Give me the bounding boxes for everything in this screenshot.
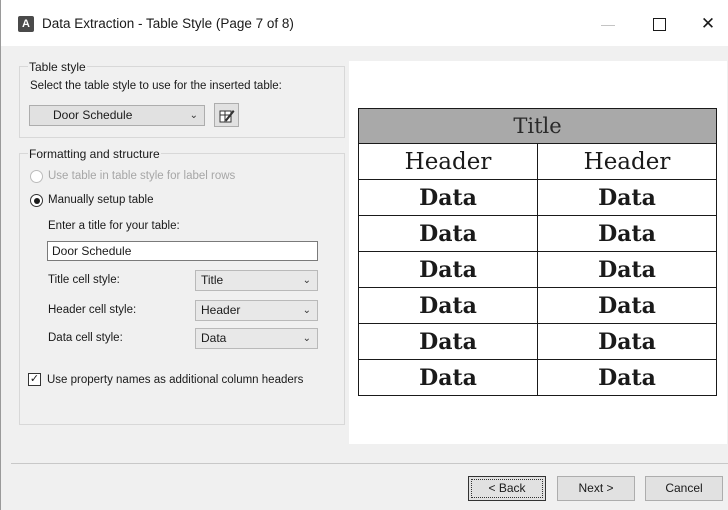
chevron-down-icon: ⌄ xyxy=(302,333,311,344)
manual-setup-label: Manually setup table xyxy=(48,194,154,206)
preview-header-cell: Header xyxy=(358,143,538,180)
preview-data-cell: Data xyxy=(537,323,717,360)
minimize-button[interactable]: — xyxy=(585,8,631,40)
table-style-group xyxy=(19,66,345,138)
title-cell-style-label: Title cell style: xyxy=(48,274,120,286)
title-bar: A Data Extraction - Table Style (Page 7 … xyxy=(1,0,728,46)
manual-setup-radio[interactable] xyxy=(30,194,43,207)
use-table-radio[interactable] xyxy=(30,170,43,183)
cancel-button[interactable]: Cancel xyxy=(645,476,723,501)
preview-data-cell: Data xyxy=(358,323,538,360)
data-extraction-dialog: A Data Extraction - Table Style (Page 7 … xyxy=(0,0,728,510)
table-title-input[interactable]: Door Schedule xyxy=(47,241,318,261)
preview-data-cell: Data xyxy=(358,179,538,216)
preview-title-cell: Title xyxy=(358,108,717,144)
preview-data-cell: Data xyxy=(358,251,538,288)
chevron-down-icon: ⌄ xyxy=(302,305,311,316)
back-button[interactable]: < Back xyxy=(468,476,546,501)
preview-data-cell: Data xyxy=(537,179,717,216)
table-style-prompt: Select the table style to use for the in… xyxy=(30,80,282,92)
next-button[interactable]: Next > xyxy=(557,476,635,501)
preview-data-cell: Data xyxy=(537,251,717,288)
header-cell-style-value: Header xyxy=(201,303,241,317)
property-names-checkbox[interactable]: ✓ xyxy=(28,373,41,386)
header-cell-style-dropdown[interactable]: Header ⌄ xyxy=(195,300,318,321)
data-cell-style-value: Data xyxy=(201,331,227,345)
table-style-edit-icon xyxy=(219,109,234,123)
close-button[interactable]: ✕ xyxy=(685,8,728,40)
table-style-dropdown-value: Door Schedule xyxy=(53,108,133,122)
header-cell-style-label: Header cell style: xyxy=(48,304,137,316)
property-names-label: Use property names as additional column … xyxy=(47,374,304,386)
preview-data-cell: Data xyxy=(537,359,717,396)
maximize-icon xyxy=(652,18,666,32)
table-style-dropdown[interactable]: Door Schedule ⌄ xyxy=(29,105,205,126)
preview-data-cell: Data xyxy=(358,287,538,324)
maximize-button[interactable] xyxy=(636,8,682,40)
edit-table-style-button[interactable] xyxy=(214,103,239,127)
preview-data-cell: Data xyxy=(358,359,538,396)
chevron-down-icon: ⌄ xyxy=(302,275,311,286)
table-style-group-label: Table style xyxy=(28,60,87,74)
checkmark-icon: ✓ xyxy=(29,373,40,385)
title-prompt: Enter a title for your table: xyxy=(48,220,180,232)
autocad-icon: A xyxy=(18,16,34,32)
preview-header-cell: Header xyxy=(537,143,717,180)
preview-data-cell: Data xyxy=(358,215,538,252)
preview-table: Title Header Header Data Data Data Data Da… xyxy=(358,108,717,396)
use-table-label: Use table in table style for label rows xyxy=(48,170,236,182)
window-title: Data Extraction - Table Style (Page 7 of… xyxy=(42,16,294,31)
data-cell-style-label: Data cell style: xyxy=(48,332,123,344)
chevron-down-icon: ⌄ xyxy=(189,110,198,121)
preview-data-cell: Data xyxy=(537,287,717,324)
formatting-group-label: Formatting and structure xyxy=(28,147,161,161)
preview-data-cell: Data xyxy=(537,215,717,252)
data-cell-style-dropdown[interactable]: Data ⌄ xyxy=(195,328,318,349)
title-cell-style-value: Title xyxy=(201,273,224,287)
footer-divider xyxy=(11,463,728,464)
radio-selected-dot xyxy=(33,197,40,204)
title-cell-style-dropdown[interactable]: Title ⌄ xyxy=(195,270,318,291)
